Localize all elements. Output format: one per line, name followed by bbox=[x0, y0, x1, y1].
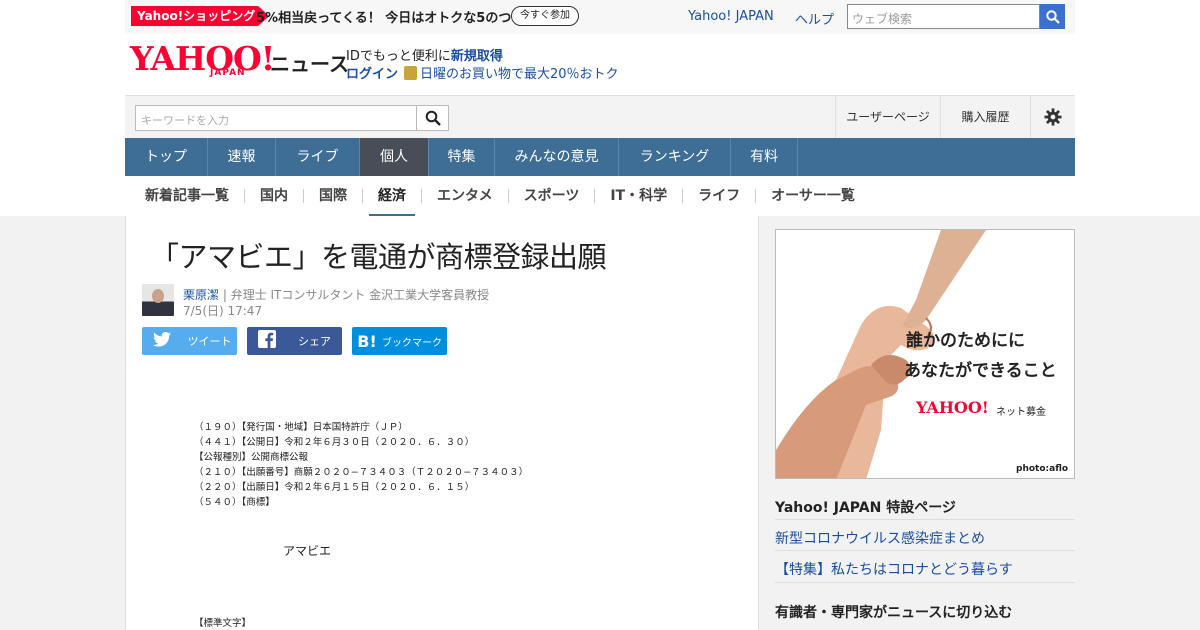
gazette-line: 【公報種別】公開商標公報 bbox=[194, 452, 309, 463]
article: 「アマビエ」を電通が商標登録出願 栗原潔 | 弁理士 ITコンサルタント 金沢工… bbox=[125, 216, 759, 630]
tab-individual[interactable]: 個人 bbox=[360, 138, 429, 176]
covid-summary-link[interactable]: 新型コロナウイルス感染症まとめ bbox=[775, 519, 1075, 548]
gear-icon bbox=[1044, 108, 1062, 126]
help-link[interactable]: ヘルプ bbox=[795, 9, 834, 28]
tab-feature[interactable]: 特集 bbox=[429, 138, 495, 176]
author-byline: 栗原潔 | 弁理士 ITコンサルタント 金沢工業大学客員教授 bbox=[183, 286, 489, 303]
search-band: キーワードを入力 ユーザーページ 購入履歴 bbox=[125, 95, 1075, 138]
promo-text[interactable]: 5%相当戻ってくる！ 今日はオトクな5のつく日 bbox=[256, 7, 537, 26]
author-description: | 弁理士 ITコンサルタント 金沢工業大学客員教授 bbox=[219, 288, 490, 302]
gazette-line: （４４１）【公開日】令和２年６月３０日（２０２０．６．３０） bbox=[194, 437, 475, 448]
coin-icon bbox=[404, 66, 418, 80]
settings-button[interactable] bbox=[1030, 96, 1075, 138]
id-prompt: IDでもっと便利に新規取得 bbox=[346, 45, 503, 64]
yahoo-japan-link[interactable]: Yahoo! JAPAN bbox=[688, 9, 774, 24]
cat-it-science[interactable]: IT・科学 bbox=[595, 189, 684, 203]
tweet-button[interactable]: ツイート bbox=[142, 327, 237, 355]
special-pages-heading: Yahoo! JAPAN 特設ページ bbox=[775, 500, 956, 516]
twitter-icon bbox=[142, 331, 182, 351]
trademark-gazette-text: （１９０）【発行国・地域】日本国特許庁（ＪＰ） （４４１）【公開日】令和２年６月… bbox=[194, 420, 528, 510]
ad-yahoo-logo: YAHOO! bbox=[916, 398, 989, 417]
search-icon bbox=[1045, 9, 1060, 24]
tab-live[interactable]: ライブ bbox=[276, 138, 360, 176]
id-prompt-text: IDでもっと便利に bbox=[346, 49, 451, 64]
share-label: シェア bbox=[298, 335, 331, 348]
register-link[interactable]: 新規取得 bbox=[451, 49, 503, 64]
article-date: 7/5(日) 17:47 bbox=[183, 304, 263, 318]
cat-international[interactable]: 国際 bbox=[304, 189, 363, 203]
shopping-tag[interactable]: Yahoo!ショッピング bbox=[131, 6, 270, 26]
author-name-link[interactable]: 栗原潔 bbox=[183, 288, 219, 302]
logo-japan-text: JAPAN bbox=[210, 68, 246, 78]
login-link[interactable]: ログイン bbox=[346, 67, 398, 82]
cat-economy[interactable]: 経済 bbox=[363, 189, 422, 217]
gazette-line: （２２０）【出願日】令和２年６月１５日（２０２０．６．１５） bbox=[194, 482, 475, 493]
ad-headline-2: あなたができること bbox=[904, 361, 1057, 381]
main-nav: トップ 速報 ライブ 個人 特集 みんなの意見 ランキング 有料 bbox=[125, 138, 1075, 176]
keyword-search-input[interactable]: キーワードを入力 bbox=[135, 105, 417, 131]
donation-ad-banner[interactable]: 誰かのためにに あなたができること YAHOO! ネット募金 photo:afl… bbox=[775, 229, 1075, 479]
divider bbox=[775, 582, 1075, 583]
experts-heading: 有識者・専門家がニュースに切り込む bbox=[775, 605, 1013, 621]
covid-feature-link[interactable]: 【特集】私たちはコロナとどう暮らす bbox=[775, 550, 1075, 579]
join-now-button[interactable]: 今すぐ参加 bbox=[511, 6, 579, 26]
bookmark-label: ブックマーク bbox=[382, 337, 442, 349]
hatena-bookmark-button[interactable]: B! ブックマーク bbox=[352, 327, 447, 355]
cat-authors[interactable]: オーサー一覧 bbox=[756, 189, 870, 203]
search-icon bbox=[425, 110, 441, 126]
ad-donation-label: ネット募金 bbox=[996, 407, 1046, 418]
purchase-history-link[interactable]: 購入履歴 bbox=[940, 96, 1030, 138]
tweet-label: ツイート bbox=[187, 335, 232, 348]
tab-paid[interactable]: 有料 bbox=[731, 138, 798, 176]
author-avatar[interactable] bbox=[142, 284, 174, 316]
tab-ranking[interactable]: ランキング bbox=[619, 138, 731, 176]
yahoo-logo[interactable]: YAHOO! bbox=[130, 42, 275, 75]
web-search-input[interactable]: ウェブ検索 bbox=[847, 4, 1040, 29]
login-row: ログイン 日曜のお買い物で最大20％おトク bbox=[346, 63, 619, 82]
category-nav: 新着記事一覧 国内 国際 経済 エンタメ スポーツ IT・科学 ライフ オーサー… bbox=[125, 176, 1075, 217]
photo-credit: photo:aflo bbox=[1016, 464, 1069, 474]
standard-characters-label: 【標準文字】 bbox=[194, 618, 252, 629]
ad-headline-1: 誰かのためにに bbox=[906, 331, 1025, 351]
news-service-title[interactable]: ニュース bbox=[270, 48, 349, 77]
sunday-promo-link[interactable]: 日曜のお買い物で最大20％おトク bbox=[420, 67, 619, 82]
cat-life[interactable]: ライフ bbox=[683, 189, 757, 203]
facebook-icon bbox=[247, 330, 287, 352]
tab-top[interactable]: トップ bbox=[125, 138, 208, 176]
facebook-share-button[interactable]: シェア bbox=[247, 327, 342, 355]
trademark-word: アマビエ bbox=[283, 544, 332, 558]
promo-bar: Yahoo!ショッピング 5%相当戻ってくる！ 今日はオトクな5のつく日 今すぐ… bbox=[125, 0, 1075, 34]
tab-breaking[interactable]: 速報 bbox=[208, 138, 276, 176]
hands-image bbox=[776, 230, 986, 478]
user-page-link[interactable]: ユーザーページ bbox=[835, 96, 940, 138]
gazette-line: （１９０）【発行国・地域】日本国特許庁（ＪＰ） bbox=[194, 422, 408, 433]
web-search-button[interactable] bbox=[1040, 4, 1065, 29]
cat-sports[interactable]: スポーツ bbox=[509, 189, 596, 203]
keyword-search-button[interactable] bbox=[417, 105, 449, 131]
gazette-line: （５４０）【商標】 bbox=[194, 497, 275, 508]
hatena-b-icon: B! bbox=[357, 331, 377, 351]
article-title: 「アマビエ」を電通が商標登録出願 bbox=[150, 240, 607, 274]
gazette-line: （２１０）【出願番号】商願２０２０−７３４０３（Ｔ２０２０−７３４０３） bbox=[194, 467, 529, 478]
cat-domestic[interactable]: 国内 bbox=[245, 189, 304, 203]
cat-entertainment[interactable]: エンタメ bbox=[422, 189, 509, 203]
tab-opinions[interactable]: みんなの意見 bbox=[495, 138, 619, 176]
cat-latest[interactable]: 新着記事一覧 bbox=[125, 189, 245, 203]
